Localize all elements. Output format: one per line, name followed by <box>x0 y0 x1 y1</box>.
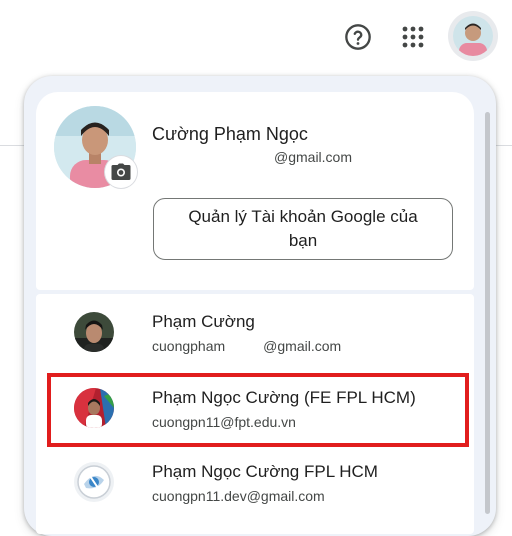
apps-grid-icon <box>402 26 424 48</box>
account-item[interactable]: Phạm Cường cuongpham @gmail.com <box>36 296 474 370</box>
account-email: cuongpn11.dev@gmail.com <box>152 488 325 504</box>
account-item-highlighted[interactable]: Phạm Ngọc Cường (FE FPL HCM) cuongpn11@f… <box>36 372 474 446</box>
header-divider <box>0 145 24 146</box>
camera-icon <box>111 163 131 180</box>
current-account-name: Cường Phạm Ngọc <box>152 124 308 144</box>
account-avatar <box>74 388 114 428</box>
profile-avatar <box>453 16 493 56</box>
account-name: Phạm Ngọc Cường FPL HCM <box>152 462 378 481</box>
manage-account-label: Quản lý Tài khoản Google của bạn <box>188 207 418 250</box>
panel-scrollbar[interactable] <box>485 112 490 514</box>
manage-account-button[interactable]: Quản lý Tài khoản Google của bạn <box>153 198 453 260</box>
account-avatar <box>74 462 114 502</box>
account-avatar <box>74 312 114 352</box>
account-name: Phạm Ngọc Cường (FE FPL HCM) <box>152 388 416 407</box>
account-avatar-button[interactable] <box>448 11 498 61</box>
account-email: cuongpn11@fpt.edu.vn <box>152 414 296 430</box>
current-account-email: @gmail.com <box>274 149 353 165</box>
apps-button[interactable] <box>398 22 428 52</box>
change-photo-button[interactable] <box>105 156 137 188</box>
help-circle-icon <box>345 24 371 50</box>
header-divider-right <box>496 145 512 146</box>
account-email: cuongpham @gmail.com <box>152 338 342 354</box>
help-button[interactable] <box>343 22 373 52</box>
account-name: Phạm Cường <box>152 312 255 331</box>
account-item[interactable]: Phạm Ngọc Cường FPL HCM cuongpn11.dev@gm… <box>36 446 474 520</box>
